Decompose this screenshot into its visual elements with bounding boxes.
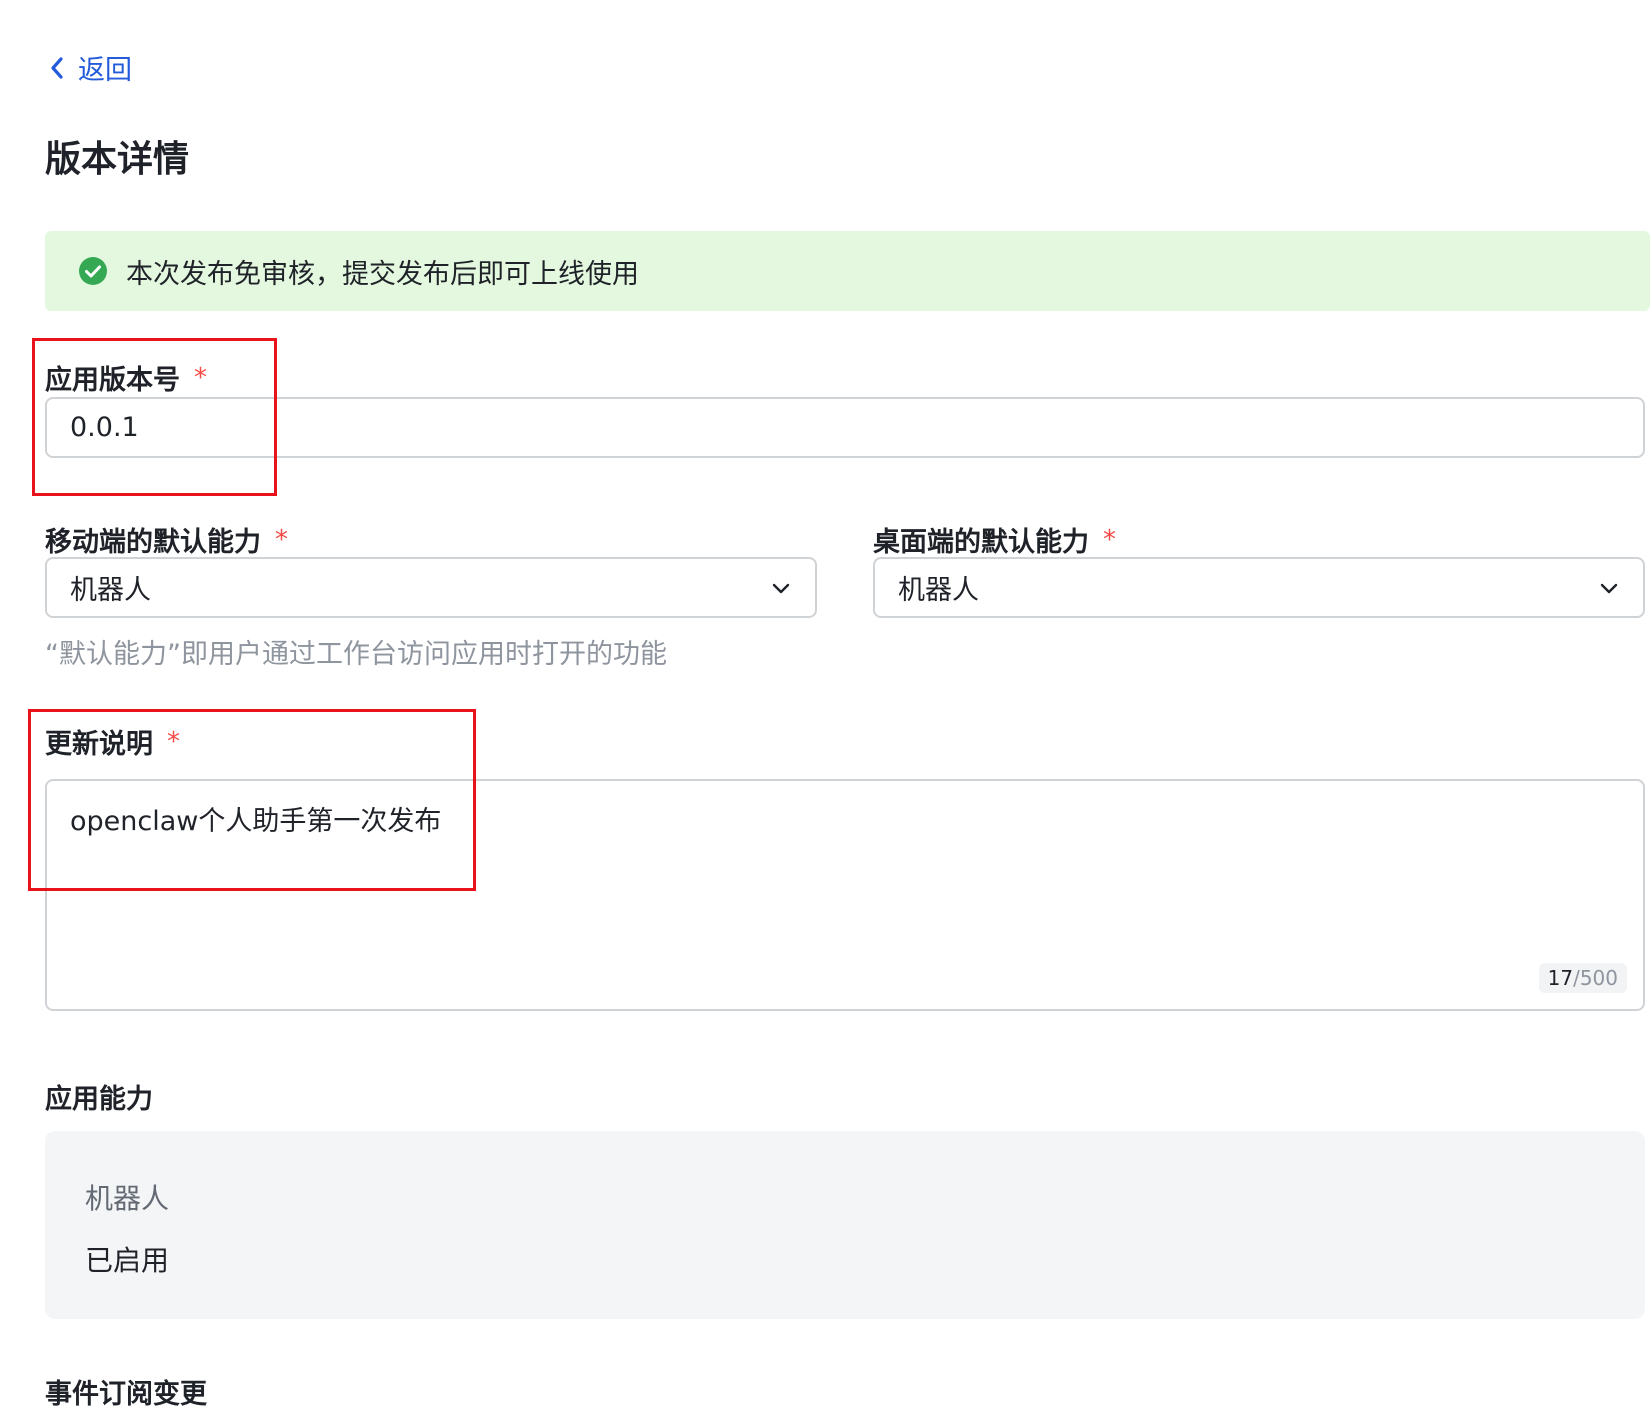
mobile-default-value: 机器人: [70, 575, 151, 606]
ability-name: 机器人: [85, 1182, 170, 1215]
required-mark: *: [194, 362, 207, 393]
chevron-down-icon: [1600, 583, 1618, 593]
release-notes-label-text: 更新说明: [45, 729, 153, 760]
required-mark: *: [275, 524, 288, 555]
release-notes-textarea[interactable]: openclaw个人助手第一次发布 17/500: [45, 779, 1645, 1011]
check-circle-icon: [79, 257, 107, 285]
required-mark: *: [167, 726, 180, 757]
desktop-default-select[interactable]: 机器人: [873, 557, 1645, 618]
chevron-left-icon: [51, 56, 63, 79]
abilities-heading: 应用能力: [45, 1084, 153, 1115]
char-max: /500: [1573, 966, 1618, 990]
desktop-default-label: 桌面端的默认能力 *: [873, 520, 1116, 559]
release-notes-label: 更新说明 *: [45, 722, 180, 761]
ability-panel: 机器人 已启用: [45, 1131, 1645, 1319]
required-mark: *: [1103, 524, 1116, 555]
event-subscription-heading: 事件订阅变更: [45, 1379, 207, 1410]
mobile-default-label: 移动端的默认能力 *: [45, 520, 288, 559]
no-review-notice: 本次发布免审核，提交发布后即可上线使用: [45, 231, 1650, 311]
version-label: 应用版本号 *: [45, 358, 207, 397]
chevron-down-icon: [772, 583, 790, 593]
char-count: 17: [1547, 966, 1574, 990]
version-detail-page: 返回 版本详情 本次发布免审核，提交发布后即可上线使用 应用版本号 * 0.0.…: [0, 0, 1650, 1424]
mobile-default-select[interactable]: 机器人: [45, 557, 817, 618]
default-ability-hint: “默认能力”即用户通过工作台访问应用时打开的功能: [45, 639, 667, 670]
version-input[interactable]: 0.0.1: [45, 397, 1645, 458]
back-button[interactable]: 返回: [46, 48, 132, 87]
mobile-default-label-text: 移动端的默认能力: [45, 527, 261, 558]
page-title: 版本详情: [45, 139, 190, 180]
ability-status: 已启用: [85, 1244, 170, 1277]
desktop-default-label-text: 桌面端的默认能力: [873, 527, 1089, 558]
notice-text: 本次发布免审核，提交发布后即可上线使用: [126, 258, 639, 290]
release-notes-value: openclaw个人助手第一次发布: [70, 806, 442, 837]
desktop-default-value: 机器人: [898, 575, 979, 606]
back-label: 返回: [78, 55, 132, 86]
version-label-text: 应用版本号: [45, 365, 180, 396]
version-value: 0.0.1: [70, 412, 139, 443]
char-counter: 17/500: [1538, 963, 1627, 993]
